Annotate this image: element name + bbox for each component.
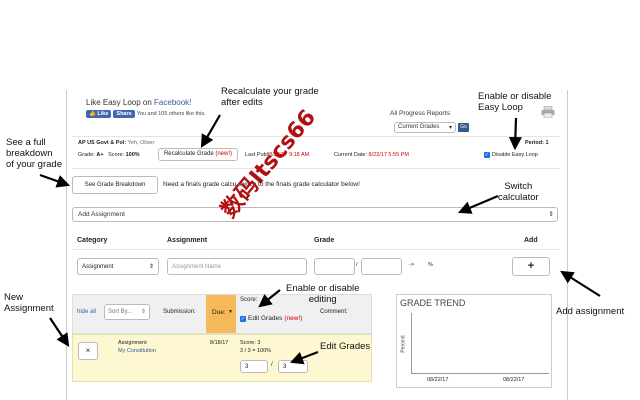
arrow-switch — [457, 194, 499, 214]
annotation-arrows — [39, 114, 601, 365]
arrow-enable-editing — [258, 289, 281, 308]
arrow-add-assignment — [560, 270, 601, 297]
arrow-recalculate — [200, 114, 221, 148]
arrow-breakdown — [39, 173, 71, 188]
arrow-edit-grades — [289, 350, 319, 365]
arrow-new-assignment — [49, 317, 70, 347]
arrow-easy-loop — [508, 117, 522, 151]
